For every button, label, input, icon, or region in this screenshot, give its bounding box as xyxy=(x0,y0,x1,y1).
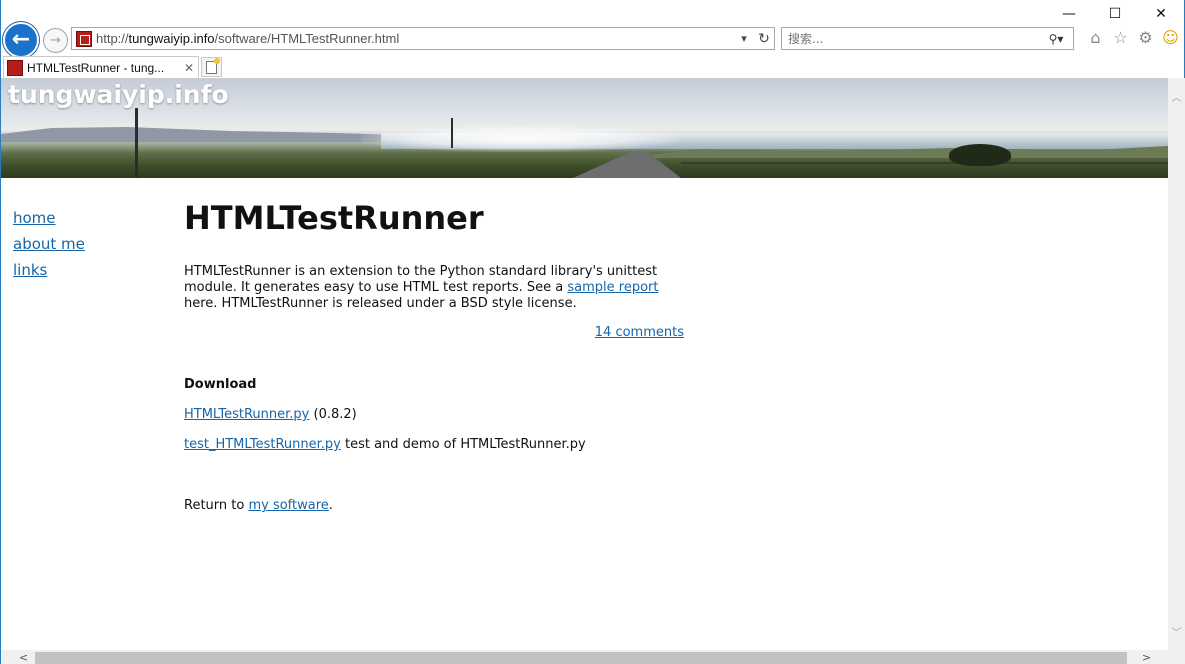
forward-button[interactable]: → xyxy=(43,28,68,53)
settings-gear-icon[interactable]: ⚙ xyxy=(1136,28,1155,47)
intro-paragraph: HTMLTestRunner is an extension to the Py… xyxy=(184,264,684,312)
download-description: test and demo of HTMLTestRunner.py xyxy=(340,437,586,452)
download-item: HTMLTestRunner.py (0.8.2) xyxy=(184,407,684,423)
browser-window: — ☐ ✕ ← → http://tungwaiyip.info/softwar… xyxy=(0,0,1185,664)
horizontal-scrollbar[interactable]: < > xyxy=(1,650,1185,664)
intro-text-end: here. HTMLTestRunner is released under a… xyxy=(184,296,577,311)
site-favicon-icon xyxy=(76,30,92,47)
my-software-link[interactable]: my software xyxy=(248,498,328,513)
address-bar[interactable]: http://tungwaiyip.info/software/HTMLTest… xyxy=(71,27,775,50)
site-title[interactable]: tungwaiyip.info xyxy=(8,80,229,109)
url-path: /software/HTMLTestRunner.html xyxy=(214,31,400,46)
back-arrow-icon: ← xyxy=(11,27,31,52)
tab-close-icon[interactable]: ✕ xyxy=(180,61,198,75)
banner-fence xyxy=(681,162,1168,164)
address-url[interactable]: http://tungwaiyip.info/software/HTMLTest… xyxy=(96,31,734,46)
favorites-star-icon[interactable]: ☆ xyxy=(1111,28,1130,47)
scroll-left-icon[interactable]: < xyxy=(15,650,32,664)
banner-hills-left xyxy=(1,127,421,142)
return-row: Return to my software. xyxy=(184,498,684,514)
sidebar-item-home[interactable]: home xyxy=(13,205,85,231)
download-link-htmltestrunner[interactable]: HTMLTestRunner.py xyxy=(184,407,309,422)
tab-strip: HTMLTestRunner - tung... ✕ xyxy=(1,55,1185,78)
banner-glare xyxy=(361,126,681,152)
vertical-scrollbar[interactable]: ︿ ﹀ xyxy=(1168,78,1185,650)
comments-row: 14 comments xyxy=(184,325,684,341)
search-box[interactable]: ⚲▾ xyxy=(781,27,1074,50)
tab-favicon-icon xyxy=(7,59,23,76)
sidebar-nav: home about me links xyxy=(13,205,85,283)
navigation-bar: ← → http://tungwaiyip.info/software/HTML… xyxy=(1,22,1185,58)
return-period: . xyxy=(328,498,333,513)
search-input[interactable] xyxy=(782,31,1039,46)
search-icon[interactable]: ⚲▾ xyxy=(1039,32,1073,46)
comments-link[interactable]: 14 comments xyxy=(595,325,684,340)
scroll-down-icon[interactable]: ﹀ xyxy=(1168,623,1185,640)
sidebar-item-about-me[interactable]: about me xyxy=(13,231,85,257)
refresh-icon[interactable]: ↻ xyxy=(754,31,774,47)
url-host: tungwaiyip.info xyxy=(128,31,215,46)
banner-pole xyxy=(135,108,138,178)
back-button[interactable]: ← xyxy=(3,22,39,58)
forward-arrow-icon: → xyxy=(50,33,61,48)
toolbar-icons: ⌂ ☆ ⚙ ☺ xyxy=(1086,28,1180,47)
download-item: test_HTMLTestRunner.py test and demo of … xyxy=(184,437,684,453)
download-version: (0.8.2) xyxy=(309,407,357,422)
banner-pole xyxy=(451,118,453,148)
header-banner-image: tungwaiyip.info xyxy=(1,78,1168,178)
feedback-smiley-icon[interactable]: ☺ xyxy=(1161,28,1180,47)
horizontal-scroll-thumb[interactable] xyxy=(35,652,1127,664)
return-text: Return to xyxy=(184,498,249,513)
download-link-test-htmltestrunner[interactable]: test_HTMLTestRunner.py xyxy=(184,437,341,452)
sample-report-link[interactable]: sample report xyxy=(567,280,658,295)
tab-title: HTMLTestRunner - tung... xyxy=(27,60,165,75)
scroll-right-icon[interactable]: > xyxy=(1138,650,1155,664)
page-title: HTMLTestRunner xyxy=(184,199,484,237)
home-icon[interactable]: ⌂ xyxy=(1086,28,1105,47)
new-tab-button[interactable] xyxy=(201,57,222,77)
banner-tree xyxy=(949,144,1011,166)
address-dropdown-icon[interactable]: ▾ xyxy=(734,32,754,45)
page-viewport: tungwaiyip.info home about me links HTML… xyxy=(1,78,1168,650)
scroll-up-icon[interactable]: ︿ xyxy=(1168,88,1185,105)
new-tab-icon xyxy=(206,57,220,74)
tab-htmltestrunner[interactable]: HTMLTestRunner - tung... ✕ xyxy=(3,56,199,78)
download-heading: Download xyxy=(184,377,257,392)
main-content: HTMLTestRunner HTMLTestRunner is an exte… xyxy=(184,198,684,514)
sidebar-item-links[interactable]: links xyxy=(13,257,85,283)
url-scheme: http:// xyxy=(96,31,129,46)
